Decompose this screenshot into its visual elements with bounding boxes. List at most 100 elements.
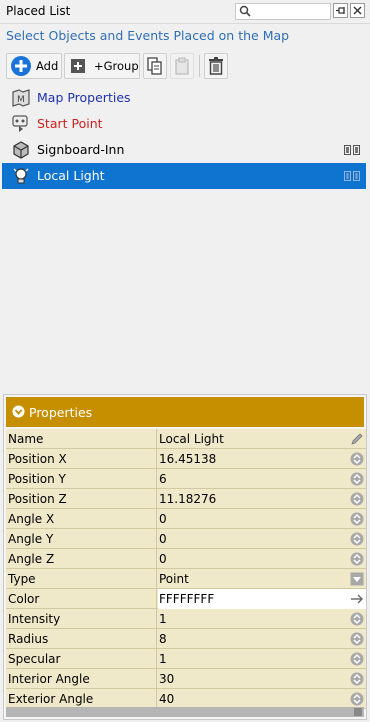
event-badge-icon bbox=[344, 171, 360, 181]
horizontal-scrollbar[interactable] bbox=[6, 707, 364, 717]
property-key: Angle Y bbox=[6, 529, 157, 549]
search-input[interactable] bbox=[235, 3, 331, 20]
add-group-button-label: +Group bbox=[94, 59, 139, 73]
property-key: Angle Z bbox=[6, 549, 157, 569]
arrow-right-icon[interactable] bbox=[350, 592, 364, 606]
property-row-intensity: Intensity 1 bbox=[6, 609, 366, 629]
stepper-icon[interactable] bbox=[350, 692, 364, 706]
property-value-color[interactable]: FFFFFFFF bbox=[158, 589, 366, 609]
property-row-position-y: Position Y 6 bbox=[6, 469, 366, 489]
svg-text:M: M bbox=[17, 95, 25, 105]
property-key: Intensity bbox=[6, 609, 157, 629]
property-key: Interior Angle bbox=[6, 669, 157, 689]
toolbar-divider bbox=[199, 55, 200, 77]
paste-button[interactable] bbox=[170, 53, 194, 79]
resize-grip-icon[interactable] bbox=[354, 708, 362, 716]
plus-circle-icon bbox=[11, 56, 31, 76]
property-value-position-y[interactable]: 6 bbox=[158, 469, 366, 489]
property-value-radius[interactable]: 8 bbox=[158, 629, 366, 649]
copy-button[interactable] bbox=[143, 53, 167, 79]
property-value-angle-z[interactable]: 0 bbox=[158, 549, 366, 569]
property-value-angle-y[interactable]: 0 bbox=[158, 529, 366, 549]
stepper-icon[interactable] bbox=[350, 672, 364, 686]
placed-objects-list: M Map Properties Start Point Signboard-I… bbox=[2, 85, 368, 391]
list-item-label: Map Properties bbox=[37, 90, 131, 105]
edit-icon[interactable] bbox=[350, 432, 364, 446]
add-button[interactable]: Add bbox=[6, 53, 62, 79]
property-key: Color bbox=[6, 589, 157, 609]
event-badge-icon bbox=[344, 145, 360, 155]
list-item-label: Start Point bbox=[37, 116, 103, 131]
dropdown-icon[interactable] bbox=[350, 572, 364, 586]
property-value-intensity[interactable]: 1 bbox=[158, 609, 366, 629]
add-group-button[interactable]: +Group bbox=[64, 53, 140, 79]
stepper-icon[interactable] bbox=[350, 652, 364, 666]
start-point-icon bbox=[12, 115, 28, 132]
property-row-angle-x: Angle X 0 bbox=[6, 509, 366, 529]
property-value-type[interactable]: Point bbox=[158, 569, 366, 589]
property-key: Type bbox=[6, 569, 157, 589]
property-row-position-z: Position Z 11.18276 bbox=[6, 489, 366, 509]
pin-button[interactable] bbox=[333, 3, 348, 18]
property-row-name: Name Local Light bbox=[6, 429, 366, 449]
light-icon bbox=[13, 168, 29, 184]
list-item-local-light[interactable]: Local Light bbox=[2, 163, 366, 189]
window-title: Placed List bbox=[6, 4, 71, 18]
properties-panel: Properties Name Local Light Position X 1… bbox=[3, 394, 367, 720]
property-row-color: Color FFFFFFFF bbox=[6, 589, 366, 609]
property-key: Name bbox=[6, 429, 157, 449]
property-row-interior-angle: Interior Angle 30 bbox=[6, 669, 366, 689]
property-value-position-z[interactable]: 11.18276 bbox=[158, 489, 366, 509]
property-row-specular: Specular 1 bbox=[6, 649, 366, 669]
property-key: Radius bbox=[6, 629, 157, 649]
stepper-icon[interactable] bbox=[350, 492, 364, 506]
close-button[interactable] bbox=[350, 3, 365, 18]
list-item-signboard-inn[interactable]: Signboard-Inn bbox=[2, 137, 366, 163]
list-item-start-point[interactable]: Start Point bbox=[2, 111, 366, 137]
box-icon bbox=[13, 141, 29, 159]
delete-button[interactable] bbox=[204, 53, 228, 79]
properties-header[interactable]: Properties bbox=[6, 397, 364, 427]
property-row-radius: Radius 8 bbox=[6, 629, 366, 649]
search-icon bbox=[239, 5, 251, 17]
property-row-angle-z: Angle Z 0 bbox=[6, 549, 366, 569]
stepper-icon[interactable] bbox=[350, 452, 364, 466]
stepper-icon[interactable] bbox=[350, 472, 364, 486]
add-group-icon bbox=[71, 59, 85, 73]
collapse-icon bbox=[12, 405, 25, 418]
title-bar: Placed List bbox=[0, 0, 370, 24]
property-row-angle-y: Angle Y 0 bbox=[6, 529, 366, 549]
stepper-icon[interactable] bbox=[350, 532, 364, 546]
property-value-exterior-angle[interactable]: 40 bbox=[158, 689, 366, 709]
property-row-type: Type Point bbox=[6, 569, 366, 589]
toolbar: Add +Group bbox=[6, 53, 366, 79]
properties-title: Properties bbox=[29, 405, 93, 420]
add-button-label: Add bbox=[36, 59, 59, 73]
stepper-icon[interactable] bbox=[350, 612, 364, 626]
property-key: Specular bbox=[6, 649, 157, 669]
property-value-interior-angle[interactable]: 30 bbox=[158, 669, 366, 689]
property-grid: Name Local Light Position X 16.45138 Pos… bbox=[6, 429, 366, 709]
paste-icon bbox=[175, 57, 189, 75]
map-icon: M bbox=[12, 89, 30, 107]
property-value-position-x[interactable]: 16.45138 bbox=[158, 449, 366, 469]
property-key: Position Y bbox=[6, 469, 157, 489]
property-value-name[interactable]: Local Light bbox=[158, 429, 366, 449]
trash-icon bbox=[209, 57, 223, 75]
stepper-icon[interactable] bbox=[350, 632, 364, 646]
property-value-specular[interactable]: 1 bbox=[158, 649, 366, 669]
close-icon bbox=[353, 6, 362, 15]
property-key: Position Z bbox=[6, 489, 157, 509]
property-value-angle-x[interactable]: 0 bbox=[158, 509, 366, 529]
list-item-label: Local Light bbox=[37, 168, 105, 183]
property-row-position-x: Position X 16.45138 bbox=[6, 449, 366, 469]
property-row-exterior-angle: Exterior Angle 40 bbox=[6, 689, 366, 709]
stepper-icon[interactable] bbox=[350, 552, 364, 566]
property-key: Exterior Angle bbox=[6, 689, 157, 709]
panel-description: Select Objects and Events Placed on the … bbox=[6, 28, 290, 43]
list-item-label: Signboard-Inn bbox=[37, 142, 125, 157]
list-item-map-properties[interactable]: M Map Properties bbox=[2, 85, 366, 111]
property-key: Position X bbox=[6, 449, 157, 469]
stepper-icon[interactable] bbox=[350, 512, 364, 526]
property-key: Angle X bbox=[6, 509, 157, 529]
